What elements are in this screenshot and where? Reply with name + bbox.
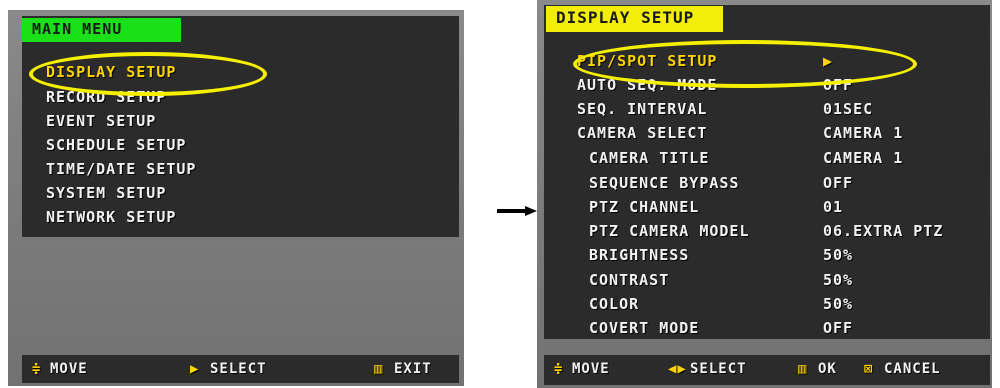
selection-highlight-ellipse xyxy=(573,40,917,88)
main-menu-screen: MAIN MENU DISPLAY SETUP RECORD SETUP EVE… xyxy=(8,10,464,386)
setting-label-contrast[interactable]: CONTRAST xyxy=(589,271,669,289)
footer-select-label: SELECT xyxy=(210,361,267,377)
footer-ok-label: OK xyxy=(818,361,837,377)
selection-highlight-ellipse xyxy=(29,52,267,96)
setting-value-seq-interval[interactable]: 01SEC xyxy=(823,100,873,118)
menu-item-network-setup[interactable]: NETWORK SETUP xyxy=(46,208,176,226)
select-icon: ▶ xyxy=(190,361,200,377)
footer-move-label: MOVE xyxy=(50,361,88,377)
setting-value-color[interactable]: 50% xyxy=(823,295,853,313)
setting-label-color[interactable]: COLOR xyxy=(589,295,639,313)
setting-label-camera-title[interactable]: CAMERA TITLE xyxy=(589,149,709,167)
move-icon: ≑ xyxy=(32,361,42,377)
setting-value-ptz-camera-model[interactable]: 06.EXTRA PTZ xyxy=(823,222,943,240)
left-right-icon: ◀▶ xyxy=(668,361,687,377)
menu-item-time-date-setup[interactable]: TIME/DATE SETUP xyxy=(46,160,196,178)
menu-item-event-setup[interactable]: EVENT SETUP xyxy=(46,112,156,130)
setting-value-camera-title[interactable]: CAMERA 1 xyxy=(823,149,903,167)
setting-value-sequence-bypass[interactable]: OFF xyxy=(823,174,853,192)
setting-label-sequence-bypass[interactable]: SEQUENCE BYPASS xyxy=(589,174,739,192)
footer-move-label: MOVE xyxy=(572,361,610,377)
setting-label-covert-mode[interactable]: COVERT MODE xyxy=(589,319,699,337)
display-setup-footer: ≑ MOVE ◀▶ SELECT ▥ OK ⊠ CANCEL xyxy=(544,355,990,385)
arrow-right-icon xyxy=(497,206,537,216)
setting-label-brightness[interactable]: BRIGHTNESS xyxy=(589,246,689,264)
main-menu-footer: ≑ MOVE ▶ SELECT ▥ EXIT xyxy=(22,355,459,383)
move-icon: ≑ xyxy=(554,361,564,377)
menu-item-schedule-setup[interactable]: SCHEDULE SETUP xyxy=(46,136,186,154)
cancel-icon: ⊠ xyxy=(864,361,874,377)
setting-value-covert-mode[interactable]: OFF xyxy=(823,319,853,337)
setting-label-seq-interval[interactable]: SEQ. INTERVAL xyxy=(577,100,707,118)
footer-select-label: SELECT xyxy=(690,361,747,377)
exit-icon: ▥ xyxy=(374,361,384,377)
setting-value-brightness[interactable]: 50% xyxy=(823,246,853,264)
setting-value-camera-select[interactable]: CAMERA 1 xyxy=(823,124,903,142)
setting-label-ptz-camera-model[interactable]: PTZ CAMERA MODEL xyxy=(589,222,750,240)
footer-exit-label: EXIT xyxy=(394,361,432,377)
setting-value-ptz-channel[interactable]: 01 xyxy=(823,198,843,216)
display-setup-title: DISPLAY SETUP xyxy=(546,6,723,32)
setting-label-camera-select[interactable]: CAMERA SELECT xyxy=(577,124,707,142)
display-setup-screen: DISPLAY SETUP PIP/SPOT SETUP ▶ AUTO SEQ.… xyxy=(537,0,992,388)
setting-label-ptz-channel[interactable]: PTZ CHANNEL xyxy=(589,198,699,216)
main-menu-title: MAIN MENU xyxy=(22,18,181,42)
menu-item-system-setup[interactable]: SYSTEM SETUP xyxy=(46,184,166,202)
ok-icon: ▥ xyxy=(798,361,808,377)
setting-value-contrast[interactable]: 50% xyxy=(823,271,853,289)
footer-cancel-label: CANCEL xyxy=(884,361,941,377)
